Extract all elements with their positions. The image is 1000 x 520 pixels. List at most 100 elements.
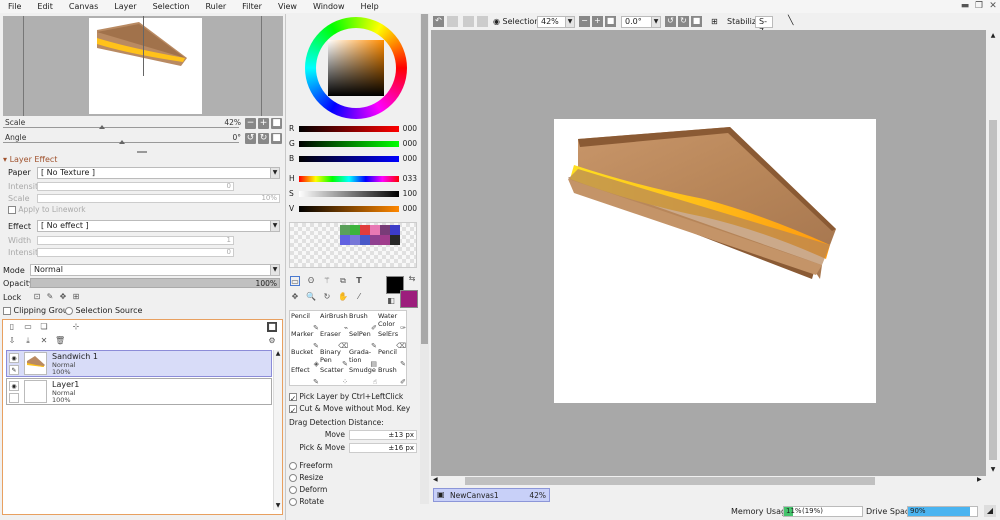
color-square[interactable] [328, 40, 384, 96]
deform-option[interactable]: Deform [289, 484, 333, 496]
scroll-down-icon[interactable]: ▼ [274, 502, 282, 510]
text-tool-icon[interactable]: T [354, 276, 364, 286]
effect-intensity-bar[interactable]: 0 [37, 248, 234, 257]
layer-panel-menu-icon[interactable]: ■ [267, 322, 277, 332]
rotate-option[interactable]: Rotate [289, 496, 333, 508]
palette-swatch[interactable] [390, 235, 400, 245]
canvas-viewport[interactable]: ▲ ▼ ◀ ▶ [431, 30, 999, 486]
menu-window[interactable]: Window [305, 0, 353, 13]
pick-layer-checkbox[interactable]: ✓ [289, 393, 297, 403]
new-layer-folder-icon[interactable]: ▭ [23, 322, 33, 332]
layer-options-icon[interactable]: ⊹ [71, 322, 81, 332]
hand-icon[interactable]: ✋ [338, 292, 348, 302]
restore-icon[interactable]: ❐ [972, 1, 986, 12]
lock-transparency-icon[interactable]: ⊡ [32, 292, 42, 302]
zoom-select[interactable]: 42% ▼ [537, 16, 575, 28]
line-tool-icon[interactable]: ╲ [788, 16, 793, 26]
color-row-r[interactable]: R 000 [289, 124, 417, 136]
resize-option[interactable]: Resize [289, 472, 333, 484]
minimize-icon[interactable]: ▬ [958, 1, 972, 12]
menu-file[interactable]: File [0, 0, 29, 13]
toolbar-rotate-right-button[interactable]: ↻ [678, 16, 689, 27]
selection-source-row[interactable]: Selection Source [65, 306, 142, 315]
paper-select[interactable]: [ No Texture ] ▼ [37, 167, 280, 179]
flip-icon[interactable]: ⊞ [711, 17, 718, 26]
transfer-down-icon[interactable]: ⇩ [7, 336, 17, 346]
color-row-b[interactable]: B 000 [289, 154, 417, 166]
palette-swatch[interactable] [350, 235, 360, 245]
scrollbar-thumb[interactable] [421, 14, 428, 344]
palette-swatch[interactable] [340, 235, 350, 245]
rotate-icon[interactable]: ↻ [322, 292, 332, 302]
palette-swatch[interactable] [390, 225, 400, 235]
rotate-right-button[interactable]: ↻ [258, 133, 269, 144]
lock-all-icon[interactable]: ⊞ [71, 292, 81, 302]
zoom-icon[interactable]: 🔍 [306, 292, 316, 302]
angle-select[interactable]: 0.0° ▼ [621, 16, 661, 28]
swap-colors-icon[interactable]: ⇆ [407, 274, 417, 284]
color-row-v[interactable]: V 000 [289, 204, 417, 216]
rect-select-icon[interactable]: ▭ [290, 276, 300, 286]
layer-panel-settings-icon[interactable]: ⚙ [267, 336, 277, 346]
menu-edit[interactable]: Edit [29, 0, 61, 13]
canvas-document[interactable] [554, 119, 876, 403]
undo-button[interactable]: ↶ [433, 16, 444, 27]
redo-button[interactable] [447, 16, 458, 27]
rotate-reset-button[interactable]: ■ [271, 133, 282, 144]
clear-layer-icon[interactable]: ✕ [39, 336, 49, 346]
eye-icon[interactable]: ◉ [9, 353, 19, 363]
merge-down-icon[interactable]: ⤓ [23, 336, 33, 346]
canvas-hscroll-thumb[interactable] [465, 477, 875, 485]
width-bar[interactable]: 1 [37, 236, 234, 245]
toolbar-zoom-out-button[interactable]: − [579, 16, 590, 27]
panel-splitter[interactable] [137, 151, 147, 153]
layer-row-layer1[interactable]: ◉ Layer1 Normal 100% [6, 378, 272, 405]
menu-selection[interactable]: Selection [145, 0, 198, 13]
palette-swatch[interactable] [370, 225, 380, 235]
menu-filter[interactable]: Filter [234, 0, 270, 13]
menu-view[interactable]: View [270, 0, 305, 13]
palette-swatch[interactable] [340, 225, 350, 235]
reset-colors-icon[interactable]: ◧ [386, 296, 396, 306]
tool-smudge[interactable]: Smudge ☝ [349, 366, 379, 387]
deselect-button[interactable] [463, 16, 474, 27]
toolbar-zoom-fit-button[interactable]: ■ [605, 16, 616, 27]
apply-linework-checkbox[interactable] [8, 206, 16, 214]
cut-move-row[interactable]: ✓ Cut & Move without Mod. Key [289, 404, 410, 415]
tool-panel-scrollbar[interactable] [420, 14, 429, 504]
selection-visibility-toggle[interactable]: ◉ Selection [493, 17, 539, 26]
lock-paint-icon[interactable]: ✎ [45, 292, 55, 302]
tool-scatter[interactable]: Scatter ⁘ [320, 366, 350, 387]
opacity-slider[interactable]: 100% [30, 278, 280, 288]
resize-grip-icon[interactable]: ◢ [984, 505, 996, 517]
clipping-group-checkbox[interactable] [3, 306, 11, 315]
canvas-vertical-scrollbar[interactable]: ▲ ▼ [987, 30, 999, 476]
canvas-vscroll-thumb[interactable] [989, 120, 997, 460]
palette-swatch[interactable] [370, 235, 380, 245]
color-palette[interactable] [289, 222, 417, 268]
menu-ruler[interactable]: Ruler [197, 0, 234, 13]
palette-swatch[interactable] [380, 235, 390, 245]
eyedropper-icon[interactable]: ⁄ [354, 292, 364, 302]
freeform-option[interactable]: Freeform [289, 460, 333, 472]
edit-pencil-icon[interactable]: ✎ [9, 365, 19, 375]
tool-effect[interactable]: Effect ✎ [291, 366, 321, 387]
color-row-g[interactable]: G 000 [289, 139, 417, 151]
lock-move-icon[interactable]: ✥ [58, 292, 68, 302]
pick-layer-row[interactable]: ✓ Pick Layer by Ctrl+LeftClick [289, 392, 403, 403]
selection-source-radio[interactable] [65, 306, 73, 315]
clipping-group-row[interactable]: Clipping Group [3, 306, 73, 315]
scroll-up-icon[interactable]: ▲ [989, 32, 997, 40]
zoom-in-button[interactable]: + [258, 118, 269, 129]
layer-effect-header[interactable]: ▾ Layer Effect [3, 155, 57, 164]
canvas-tab[interactable]: ▣ NewCanvas1 42% [433, 488, 550, 502]
angle-slider-thumb[interactable] [119, 140, 125, 144]
apply-linework-row[interactable]: Apply to Linework [8, 205, 86, 214]
rotate-left-button[interactable]: ↺ [245, 133, 256, 144]
layers-scrollbar[interactable]: ▲ ▼ [273, 350, 282, 510]
menu-help[interactable]: Help [353, 0, 387, 13]
color-row-h[interactable]: H 033 [289, 174, 417, 186]
move-icon[interactable]: ✥ [290, 292, 300, 302]
zoom-reset-button[interactable]: ■ [271, 118, 282, 129]
navigator-preview[interactable] [3, 16, 283, 116]
